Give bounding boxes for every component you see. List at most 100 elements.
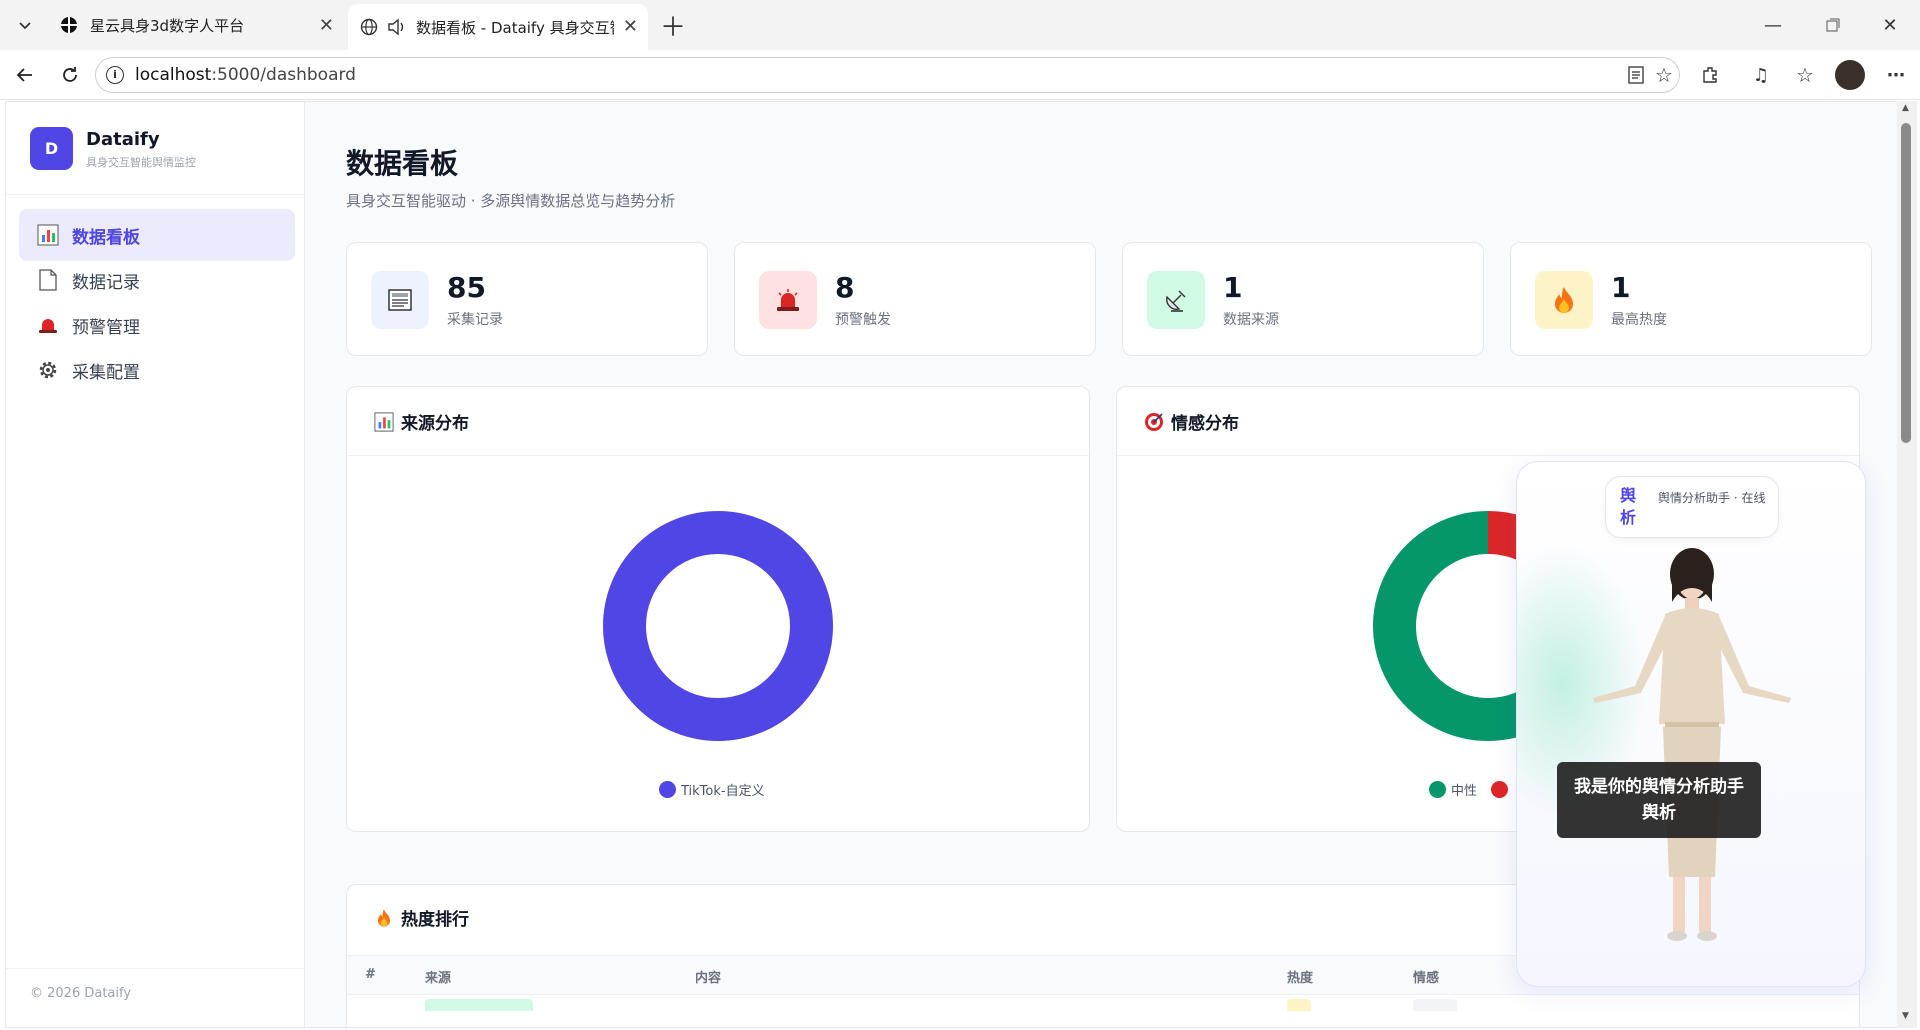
sidebar-footer: © 2026 Dataify <box>30 986 132 1001</box>
profile-avatar[interactable] <box>1835 60 1865 90</box>
page-scrollbar[interactable]: ▲ ▼ <box>1897 101 1917 1028</box>
source-distribution-card: 来源分布 TikTok-自定义 <box>346 386 1090 832</box>
legend-label: 中性 <box>1451 784 1478 799</box>
restore-icon[interactable] <box>1820 12 1846 38</box>
speaker-icon[interactable] <box>386 16 408 38</box>
globe-icon <box>358 16 380 38</box>
column-header: 来源 <box>425 971 452 986</box>
minimize-icon[interactable]: — <box>1760 12 1786 38</box>
url-text: localhost:5000/dashboard <box>135 65 356 85</box>
siren-icon <box>759 271 817 329</box>
browser-tab-1[interactable]: 星云具身3d数字人平台 ✕ <box>44 6 344 44</box>
donut-slice-1[interactable] <box>603 511 833 741</box>
sidebar: D Dataify 具身交互智能舆情监控 数据看板 数据记录 预警管理 采集配置… <box>6 102 305 1027</box>
stat-label: 最高热度 <box>1611 312 1667 328</box>
assistant-badge: 舆析 <box>1620 486 1637 527</box>
favorites-list-icon[interactable]: ☆ <box>1792 62 1818 88</box>
browser-tab-2[interactable]: 数据看板 - Dataify 具身交互智 ✕ <box>348 4 648 50</box>
card-title: 情感分布 <box>1143 409 1239 434</box>
fire-icon <box>373 907 395 929</box>
source-tag <box>425 999 533 1011</box>
new-tab-icon[interactable]: ＋ <box>660 12 686 43</box>
chart-legend[interactable]: TikTok-自定义 <box>659 780 765 799</box>
brand-logo[interactable]: D <box>30 127 73 170</box>
stat-card-alerts: 8 预警触发 <box>734 242 1096 356</box>
assistant-status-pill: 舆析 舆情分析助手 · 在线 <box>1605 476 1779 538</box>
divider <box>1117 455 1859 456</box>
tab-favicon-icon <box>58 14 80 36</box>
main-content: 数据看板 具身交互智能驱动 · 多源舆情数据总览与趋势分析 85 采集记录 8 … <box>306 102 1899 1027</box>
stat-card-sources: 1 数据来源 <box>1122 242 1484 356</box>
gear-icon <box>36 358 60 382</box>
document-icon <box>36 268 60 292</box>
tab-list-chevron-icon[interactable] <box>12 12 38 38</box>
stat-value: 1 <box>1611 271 1631 304</box>
satellite-icon <box>1147 271 1205 329</box>
browser-tab-bar: 星云具身3d数字人平台 ✕ 数据看板 - Dataify 具身交互智 ✕ ＋ —… <box>0 0 1920 50</box>
column-header: 内容 <box>695 971 722 986</box>
target-icon <box>1143 411 1165 433</box>
assistant-speech-bubble: 我是你的舆情分析助手舆析 <box>1557 762 1761 838</box>
tab-title: 星云具身3d数字人平台 <box>90 16 245 35</box>
newspaper-icon <box>371 271 429 329</box>
reader-mode-icon[interactable] <box>1623 62 1649 88</box>
legend-swatch <box>659 781 676 798</box>
close-tab-icon[interactable]: ✕ <box>623 16 638 37</box>
bar-chart-icon <box>36 223 60 247</box>
extensions-icon[interactable] <box>1697 62 1723 88</box>
page-subtitle: 具身交互智能驱动 · 多源舆情数据总览与趋势分析 <box>346 192 676 210</box>
url-path: :5000/dashboard <box>211 65 356 85</box>
stat-label: 数据来源 <box>1223 312 1279 328</box>
more-menu-icon[interactable]: ⋯ <box>1883 62 1909 88</box>
sentiment-tag <box>1413 999 1457 1011</box>
column-header: 热度 <box>1287 971 1314 986</box>
siren-icon <box>36 313 60 337</box>
tab-title: 数据看板 - Dataify 具身交互智 <box>416 18 614 37</box>
close-window-icon[interactable]: ✕ <box>1877 12 1903 38</box>
column-header: # <box>365 967 376 982</box>
card-title-text: 热度排行 <box>401 910 469 930</box>
source-donut-chart <box>603 511 833 741</box>
fire-icon <box>1535 271 1593 329</box>
legend-swatch <box>1429 781 1446 798</box>
scrollbar-thumb[interactable] <box>1901 123 1911 443</box>
stat-card-records: 85 采集记录 <box>346 242 708 356</box>
sidebar-item-label: 预警管理 <box>72 317 140 338</box>
assistant-speech-text: 我是你的舆情分析助手舆析 <box>1574 777 1744 823</box>
brand-tagline: 具身交互智能舆情监控 <box>86 156 196 169</box>
page-title: 数据看板 <box>346 147 459 180</box>
bar-chart-icon <box>373 411 395 433</box>
divider <box>347 455 1089 456</box>
scroll-up-arrow-icon[interactable]: ▲ <box>1902 103 1909 113</box>
stat-value: 85 <box>447 271 486 304</box>
back-arrow-icon[interactable] <box>12 62 38 88</box>
sidebar-item-label: 数据记录 <box>72 272 140 293</box>
app-window: D Dataify 具身交互智能舆情监控 数据看板 数据记录 预警管理 采集配置… <box>5 101 1900 1028</box>
card-title: 来源分布 <box>373 409 469 434</box>
heat-tag <box>1287 999 1311 1011</box>
chart-legend[interactable]: 中性 <box>1429 780 1513 799</box>
stat-label: 预警触发 <box>835 312 891 328</box>
sidebar-item-label: 数据看板 <box>72 227 140 248</box>
address-bar[interactable]: i localhost:5000/dashboard ☆ <box>95 57 1680 93</box>
assistant-status-text: 舆情分析助手 · 在线 <box>1658 491 1766 505</box>
scroll-down-arrow-icon[interactable]: ▼ <box>1902 1011 1909 1021</box>
stat-card-heat: 1 最高热度 <box>1510 242 1872 356</box>
donut-ring <box>603 511 833 741</box>
legend-label: TikTok-自定义 <box>681 784 765 799</box>
brand-name: Dataify <box>86 129 160 150</box>
assistant-panel[interactable]: 舆析 舆情分析助手 · 在线 我是你的舆情分析助手舆析 <box>1516 461 1866 987</box>
divider <box>6 194 305 195</box>
favorite-star-icon[interactable]: ☆ <box>1651 62 1677 88</box>
url-host: localhost <box>135 65 212 85</box>
sidebar-item-config[interactable]: 采集配置 <box>19 344 295 396</box>
close-tab-icon[interactable]: ✕ <box>319 15 334 36</box>
digital-human-avatar <box>1593 548 1791 941</box>
card-title-text: 来源分布 <box>401 414 469 434</box>
media-icon[interactable]: ♫ <box>1748 62 1774 88</box>
reload-icon[interactable] <box>57 62 83 88</box>
stat-value: 8 <box>835 271 855 304</box>
legend-swatch <box>1491 781 1509 798</box>
site-info-icon[interactable]: i <box>106 66 124 84</box>
logo-letter: D <box>44 139 59 158</box>
